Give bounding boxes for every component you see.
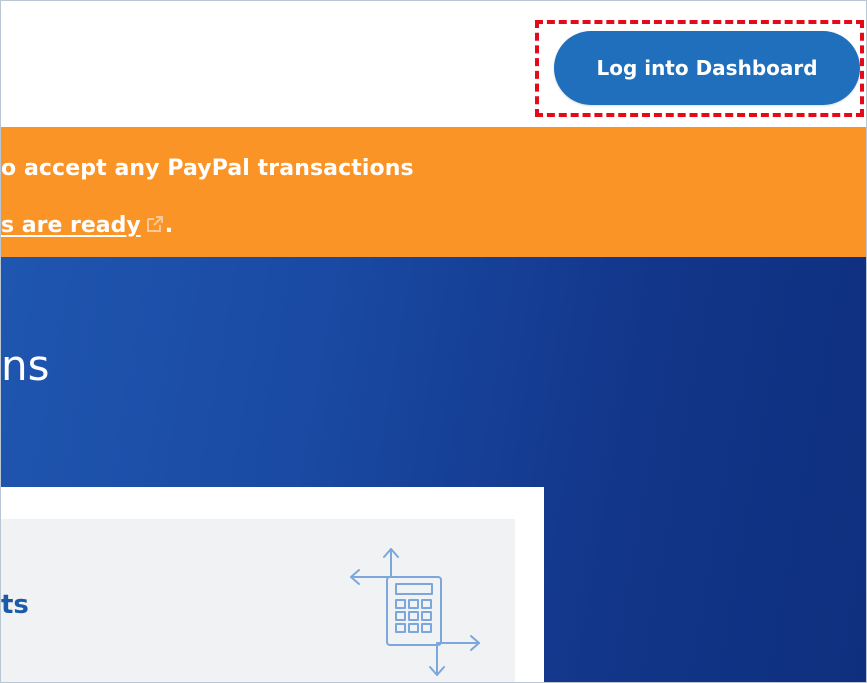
log-into-dashboard-button[interactable]: Log into Dashboard: [554, 31, 860, 105]
banner-message: o accept any PayPal transactions: [1, 156, 414, 181]
banner-link[interactable]: s are ready: [1, 213, 141, 238]
content-card: ts: [1, 487, 544, 682]
external-link-icon[interactable]: [145, 214, 165, 234]
hero-title: ns: [1, 341, 50, 390]
warning-banner: o accept any PayPal transactions s are r…: [1, 127, 866, 257]
hero-section: ns ts: [1, 257, 866, 682]
calculator-arrows-icon: [350, 548, 480, 676]
banner-period: .: [164, 213, 174, 238]
card-title[interactable]: ts: [1, 590, 29, 620]
banner-message-line2: s are ready .: [1, 213, 173, 238]
site-header: Log into Dashboard: [1, 1, 866, 127]
browser-viewport: Log into Dashboard o accept any PayPal t…: [0, 0, 867, 683]
card-panel: ts: [1, 519, 515, 682]
